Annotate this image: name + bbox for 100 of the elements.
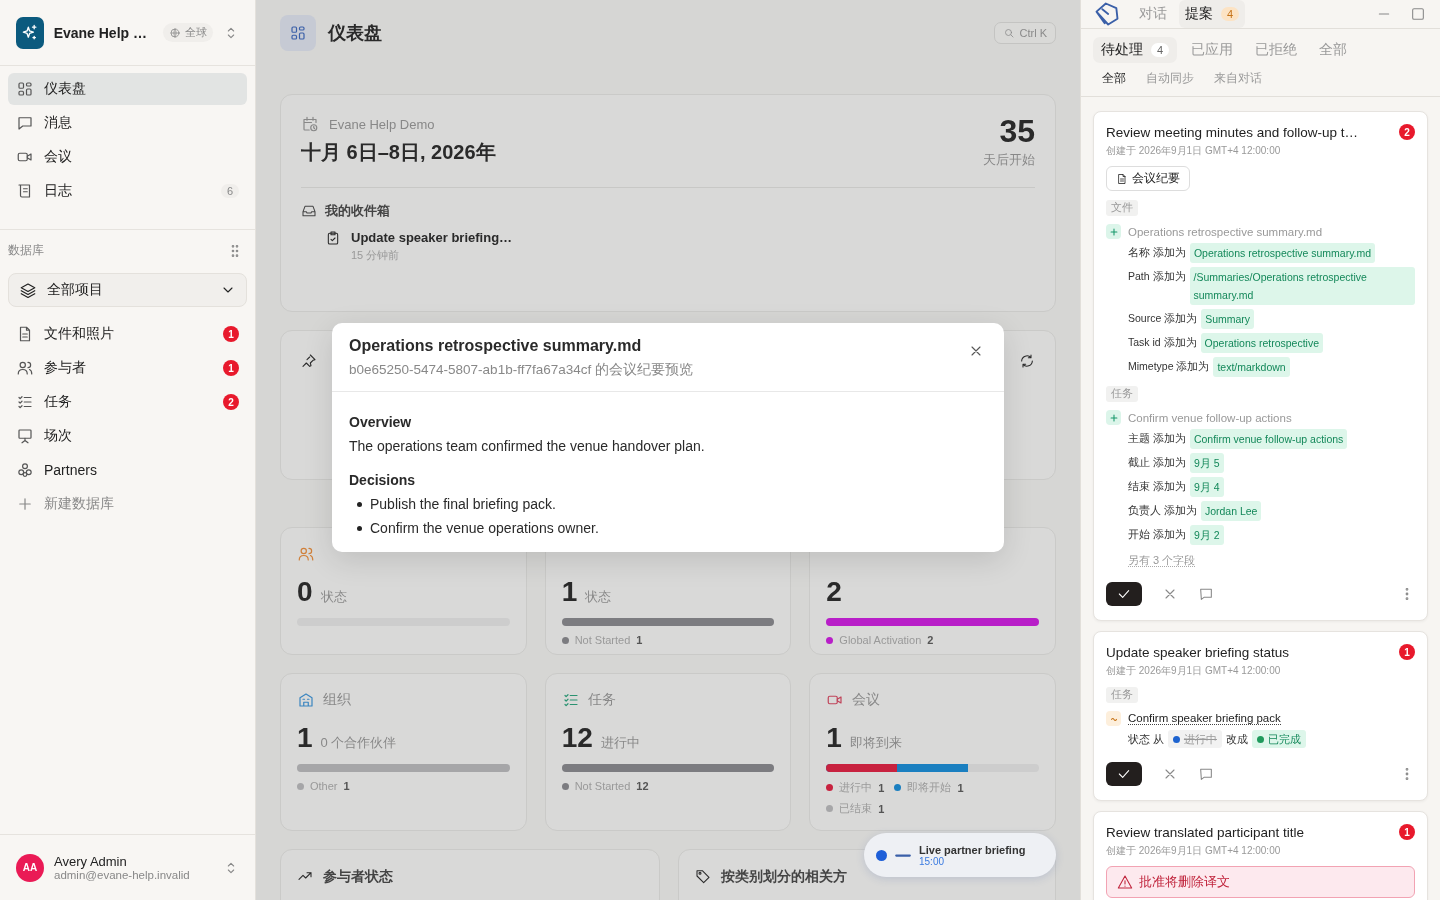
nav-label: 仪表盘 xyxy=(44,80,87,98)
maximize-icon[interactable] xyxy=(1410,6,1426,22)
count-badge: 4 xyxy=(1221,7,1240,21)
nav-item[interactable]: 会议 xyxy=(8,141,247,173)
nav-item[interactable]: 消息 xyxy=(8,107,247,139)
filter-tab[interactable]: 待处理 4 xyxy=(1093,37,1178,63)
notification-badge: 1 xyxy=(1399,644,1415,660)
database-item[interactable]: 参与者 1 xyxy=(8,352,247,384)
workspace-name[interactable]: Evane Help … xyxy=(53,24,147,41)
approve-button[interactable] xyxy=(1106,762,1142,786)
approve-button[interactable] xyxy=(1106,582,1142,606)
field-label: 改成 xyxy=(1225,732,1248,747)
live-dot xyxy=(876,849,887,861)
stat-caption: 进行中 xyxy=(600,734,640,752)
field-label: 结束 添加为 xyxy=(1128,479,1186,494)
stat-value: 2 xyxy=(826,576,842,608)
time-label: 15:00 xyxy=(919,855,945,867)
avatar[interactable]: AA xyxy=(16,853,44,882)
stat-caption: 0 个合作伙伴 xyxy=(320,734,397,752)
layers-icon xyxy=(19,281,37,299)
database-item[interactable]: 任务 2 xyxy=(8,386,247,418)
section-title: 我的收件箱 xyxy=(325,202,390,220)
legend-count: 1 xyxy=(957,781,964,794)
dialog-subtitle: b0e65250-5474-5807-ab1b-ff7fa67a34cf 的会议纪要预览 xyxy=(349,361,694,379)
tab[interactable]: 提案 4 xyxy=(1179,0,1246,28)
filter-tab[interactable]: 全部 xyxy=(1102,71,1126,86)
nav-item[interactable]: 仪表盘 xyxy=(8,73,247,105)
nav-item[interactable]: 日志 6 xyxy=(8,175,247,207)
field-label: 状态 从 xyxy=(1128,732,1164,747)
event-name: Evane Help Demo xyxy=(329,116,435,132)
card-title: 会议 xyxy=(852,691,881,709)
added-value: 9月 4 xyxy=(1189,477,1224,497)
pin-icon xyxy=(301,353,317,369)
bullet-icon xyxy=(357,525,362,531)
clipboard-check-icon xyxy=(325,230,341,246)
document-icon xyxy=(1116,172,1128,185)
source-chip[interactable]: 会议纪要 xyxy=(1106,166,1190,191)
field-label: Task id 添加为 xyxy=(1128,335,1197,350)
globe-icon xyxy=(169,26,181,39)
workspace-logo[interactable] xyxy=(16,16,44,49)
field-label: 截止 添加为 xyxy=(1128,455,1186,470)
field-label: Path 添加为 xyxy=(1128,269,1186,284)
dialog-title: Operations retrospective summary.md xyxy=(349,337,643,355)
user-name: Avery Admin xyxy=(54,854,128,869)
inbox-icon xyxy=(301,203,317,219)
comment-icon[interactable] xyxy=(1198,586,1214,602)
live-notification[interactable]: Live partner briefing 15:00 xyxy=(864,833,1056,877)
legend-count: 1 xyxy=(878,802,885,815)
event-dates: 十月 6日–8日, 2026年 xyxy=(301,140,497,165)
section-heading: Decisions xyxy=(349,472,417,488)
proposal-title: Review meeting minutes and follow-up t… xyxy=(1106,124,1360,140)
created-date: 创建于 2026年9月1日 GMT+4 12:00:00 xyxy=(1106,844,1282,858)
stat-value: 1 xyxy=(826,722,842,754)
comment-icon[interactable] xyxy=(1198,766,1214,782)
people-icon xyxy=(297,545,315,563)
stat-caption: 状态 xyxy=(320,588,347,606)
field-label: Mimetype 添加为 xyxy=(1128,359,1210,374)
section-heading: Overview xyxy=(349,414,413,430)
card-title: 任务 xyxy=(587,691,616,709)
section-title: 数据库 xyxy=(8,242,45,259)
countdown-label: 天后开始 xyxy=(983,151,1035,169)
added-value: text/markdown xyxy=(1213,357,1290,377)
notification-badge: 1 xyxy=(223,360,239,376)
user-email: admin@evane-help.invalid xyxy=(54,869,191,881)
refresh-icon[interactable] xyxy=(1019,353,1035,369)
database-item[interactable]: 场次 xyxy=(8,420,247,452)
list-item: Confirm the venue operations owner. xyxy=(370,520,599,536)
database-item[interactable]: 文件和照片 1 xyxy=(8,318,247,350)
field-label: 开始 添加为 xyxy=(1128,527,1186,542)
card-title: 按类别划分的相关方 xyxy=(721,868,847,886)
added-value: 9月 2 xyxy=(1189,525,1224,545)
database-item[interactable]: Partners xyxy=(8,454,247,486)
warning-icon xyxy=(1117,874,1133,890)
nav-label: 参与者 xyxy=(44,359,87,377)
notification-badge: 2 xyxy=(1399,124,1415,140)
proposal-title: Review translated participant title xyxy=(1106,824,1306,840)
grid-icon xyxy=(16,80,34,98)
legend-count: 1 xyxy=(878,781,885,794)
old-value: 进行中 xyxy=(1167,730,1222,748)
nav-label: 文件和照片 xyxy=(44,325,115,343)
proposal-title: Update speaker briefing status xyxy=(1106,644,1291,660)
added-value: Operations retrospective xyxy=(1200,333,1323,353)
bullet-icon xyxy=(357,501,362,507)
calendar-clock-icon xyxy=(301,115,319,133)
created-date: 创建于 2026年9月1日 GMT+4 12:00:00 xyxy=(1106,144,1282,158)
paragraph: The operations team confirmed the venue handover plan. xyxy=(349,438,706,454)
nav-label: Partners xyxy=(44,462,98,478)
group-tag: 任务 xyxy=(1106,687,1138,703)
chat-bubble-icon xyxy=(16,114,34,132)
nav-label: 日志 xyxy=(44,182,73,200)
added-value: Operations retrospective summary.md xyxy=(1189,243,1376,263)
added-value: Jordan Lee xyxy=(1200,501,1262,521)
legend-label: Other xyxy=(310,780,338,792)
record-link[interactable]: Confirm speaker briefing pack xyxy=(1128,712,1281,725)
nav-label: 任务 xyxy=(44,393,73,411)
count-badge: 4 xyxy=(1151,43,1170,57)
database-picker[interactable]: 全部项目 xyxy=(8,273,247,307)
presentation-board-icon xyxy=(16,427,34,445)
legend-count: 12 xyxy=(636,780,649,792)
checklist-icon xyxy=(561,691,580,709)
